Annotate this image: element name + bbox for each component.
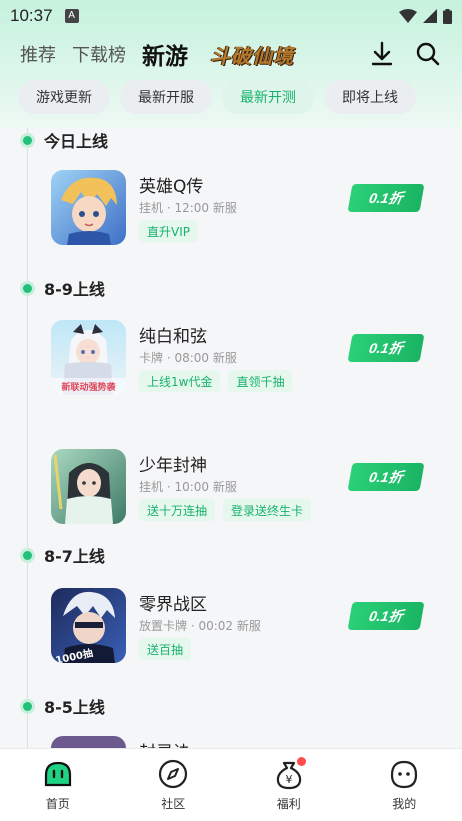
status-time: 10:37 [10,6,53,25]
game-title: 纯白和弦 [139,327,207,347]
game-tags: 上线1w代金 直领千抽 [139,370,293,392]
notification-badge [296,757,306,766]
bottom-navigation: 首页 社区 ¥ 福利 我的 [0,748,462,821]
discount-button[interactable]: 0.1折 [347,602,425,630]
timeline-dot [20,547,35,563]
money-bag-icon: ¥ [272,757,306,791]
nav-label: 首页 [45,797,70,811]
home-icon [41,757,75,791]
signal-icon [423,9,437,23]
game-tag: 直领千抽 [228,370,293,392]
game-meta: 卡牌 · 08:00 新服 [139,351,237,365]
date-label: 8-9上线 [44,280,105,299]
game-cover[interactable] [51,170,126,245]
game-timeline-list[interactable]: 今日上线 英雄Q传 挂机 · 12:00 新服 直升VIP 0.1折 8-9上线 [0,128,462,748]
chip-new-servers[interactable]: 最新开服 [120,80,212,114]
game-cover-image [51,449,126,524]
nav-label: 社区 [161,797,186,811]
game-cover-caption: 新联动强势袭 [61,383,116,393]
profile-icon [387,757,421,791]
discount-button[interactable]: 0.1折 [347,334,425,362]
filter-chips: 游戏更新 最新开服 最新开测 即将上线 [18,80,416,114]
game-tag: 上线1w代金 [139,370,221,392]
game-meta: 挂机 · 10:00 新服 [139,480,237,494]
game-tags: 送十万连抽 登录送终生卡 [139,499,312,521]
game-cover-image [51,736,126,748]
nav-label: 福利 [276,797,301,811]
nav-home[interactable]: 首页 [0,749,116,821]
game-cover[interactable]: 1000抽 [51,588,126,663]
game-item[interactable]: 1000抽 零界战区 放置卡牌 · 00:02 新服 送百抽 0.1折 [0,588,462,668]
tab-recommend[interactable]: 推荐 [20,41,56,67]
game-title: 零界战区 [139,595,207,615]
game-cover[interactable] [51,736,126,748]
nav-welfare[interactable]: ¥ 福利 [231,749,347,821]
game-item[interactable]: 新联动强势袭 纯白和弦 卡牌 · 08:00 新服 上线1w代金 直领千抽 0.… [0,320,462,400]
tab-download-rank[interactable]: 下载榜 [72,41,126,67]
chip-game-updates[interactable]: 游戏更新 [18,80,110,114]
date-label: 8-7上线 [44,547,105,566]
game-item[interactable]: 英雄Q传 挂机 · 12:00 新服 直升VIP 0.1折 [0,170,462,250]
chip-coming-soon[interactable]: 即将上线 [324,80,416,114]
notification-icon: A [64,9,79,23]
game-cover[interactable] [51,449,126,524]
game-title: 英雄Q传 [139,177,204,197]
game-item[interactable]: 封灵诀 [0,736,462,748]
top-navigation: 推荐 下载榜 新游 斗破仙境 [0,34,462,74]
search-button[interactable] [412,38,444,70]
svg-text:¥: ¥ [285,773,292,786]
game-meta: 挂机 · 12:00 新服 [139,201,237,215]
game-item[interactable]: 少年封神 挂机 · 10:00 新服 送十万连抽 登录送终生卡 0.1折 [0,449,462,529]
discount-button[interactable]: 0.1折 [347,184,425,212]
game-title: 少年封神 [139,456,207,476]
game-tag: 登录送终生卡 [223,499,312,521]
date-label: 8-5上线 [44,698,105,717]
chip-new-tests[interactable]: 最新开测 [222,80,314,114]
game-tag: 送十万连抽 [139,499,216,521]
game-tag: 直升VIP [139,220,198,242]
game-cover-image [51,170,126,245]
game-meta: 放置卡牌 · 00:02 新服 [139,619,261,633]
nav-profile[interactable]: 我的 [347,749,462,821]
download-button[interactable] [366,38,398,70]
game-tag: 送百抽 [139,638,192,660]
timeline-dot [20,280,35,296]
date-label: 今日上线 [44,132,109,151]
game-title: 封灵诀 [139,738,190,748]
tab-new-games[interactable]: 新游 [142,37,188,71]
game-tags: 直升VIP [139,220,198,242]
status-bar: 10:37 A [0,0,462,32]
status-icons [399,8,452,24]
game-cover[interactable]: 新联动强势袭 [51,320,126,395]
battery-icon [443,8,452,24]
game-tags: 送百抽 [139,638,192,660]
nav-label: 我的 [392,797,417,811]
timeline-dot [20,132,35,148]
wifi-icon [399,9,417,23]
timeline-dot [20,698,35,714]
discount-button[interactable]: 0.1折 [347,463,425,491]
search-icon [416,42,440,66]
promo-banner[interactable]: 斗破仙境 [210,40,294,69]
download-icon [371,41,393,66]
nav-community[interactable]: 社区 [116,749,232,821]
compass-icon [156,757,190,791]
